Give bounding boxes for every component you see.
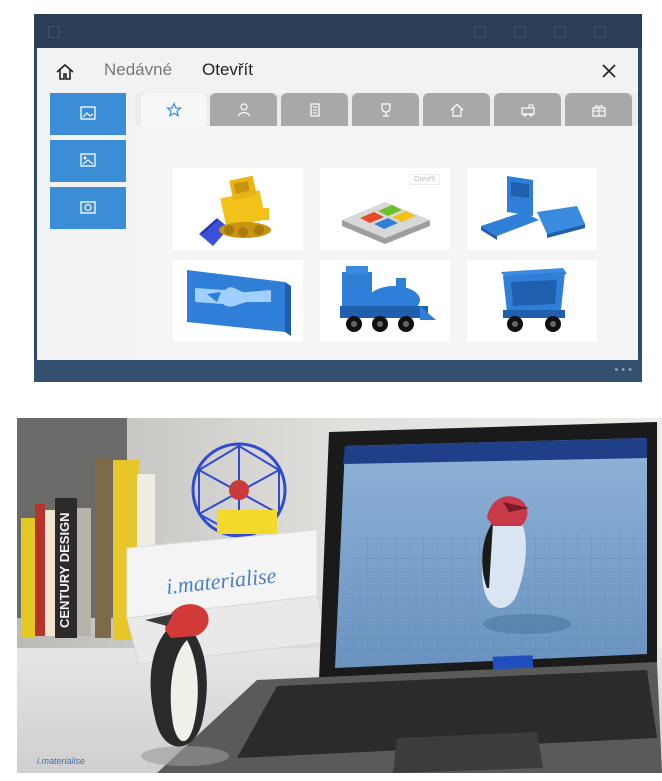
dialog-header: Nedávné Otevřít: [37, 48, 638, 94]
tab-people[interactable]: [210, 93, 277, 126]
model-tile-train[interactable]: [320, 260, 450, 342]
home-icon[interactable]: [54, 61, 76, 83]
ghost-icon: [474, 26, 486, 38]
mould-model-image: [187, 270, 291, 336]
sidebar-item-camera[interactable]: [50, 187, 126, 229]
more-icon[interactable]: • • •: [614, 364, 632, 376]
photo-scene: CENTURY DESIGN i.materialise: [17, 418, 662, 773]
sidebar-item-pictures[interactable]: [50, 140, 126, 182]
sidebar-item-gallery[interactable]: [50, 93, 126, 135]
vehicle-icon: [520, 104, 535, 116]
model-browser: Otevřít: [135, 93, 638, 360]
photo-caption: i.materialise: [37, 756, 86, 766]
train-model-image: [340, 266, 436, 332]
model-tile-tray[interactable]: Otevřít: [320, 168, 450, 250]
house-icon: [450, 103, 463, 117]
model-tile-mould[interactable]: [173, 260, 303, 342]
wagon-model-image: [501, 268, 567, 332]
picture-icon: [80, 153, 96, 167]
image-icon: [80, 106, 96, 120]
star-icon: [166, 101, 182, 117]
building-icon: [309, 102, 320, 117]
tab-buildings[interactable]: [281, 93, 348, 126]
bulldozer-model-image: [199, 175, 271, 246]
ghost-icon: [48, 26, 60, 38]
camera-icon: [80, 201, 96, 214]
app-screenshot: Nedávné Otevřít Otevřít • • •: [34, 14, 642, 382]
tab-awards[interactable]: [352, 93, 419, 126]
nav-open[interactable]: Otevřít: [202, 60, 253, 80]
model-tile-wagon[interactable]: [467, 260, 597, 342]
tray-model-image: [342, 202, 430, 244]
gift-icon: [591, 104, 606, 117]
app-title-bar: [34, 14, 642, 48]
ghost-icon: [514, 26, 526, 38]
case-model-image: [481, 176, 585, 240]
ghost-icon: [554, 26, 566, 38]
app-status-bar: • • •: [34, 360, 642, 382]
ghost-icon: [594, 26, 606, 38]
tab-gifts[interactable]: [565, 93, 632, 126]
trophy-icon: [380, 102, 391, 117]
open-dialog: Nedávné Otevřít Otevřít: [37, 48, 638, 360]
tab-vehicles[interactable]: [494, 93, 561, 126]
model-tile-case[interactable]: [467, 168, 597, 250]
nav-recent[interactable]: Nedávné: [104, 60, 172, 80]
close-icon[interactable]: [600, 62, 618, 80]
person-icon: [237, 102, 250, 116]
category-tabs: [135, 93, 638, 126]
model-tile-bulldozer[interactable]: [173, 168, 303, 250]
book-spine-text: CENTURY DESIGN: [57, 512, 72, 628]
model-grid: Otevřít: [135, 126, 638, 360]
source-sidebar: [50, 93, 126, 234]
photo-penguin-print: CENTURY DESIGN i.materialise i.materiali…: [17, 418, 662, 773]
tab-home[interactable]: [423, 93, 490, 126]
tab-favorites[interactable]: [141, 93, 207, 126]
